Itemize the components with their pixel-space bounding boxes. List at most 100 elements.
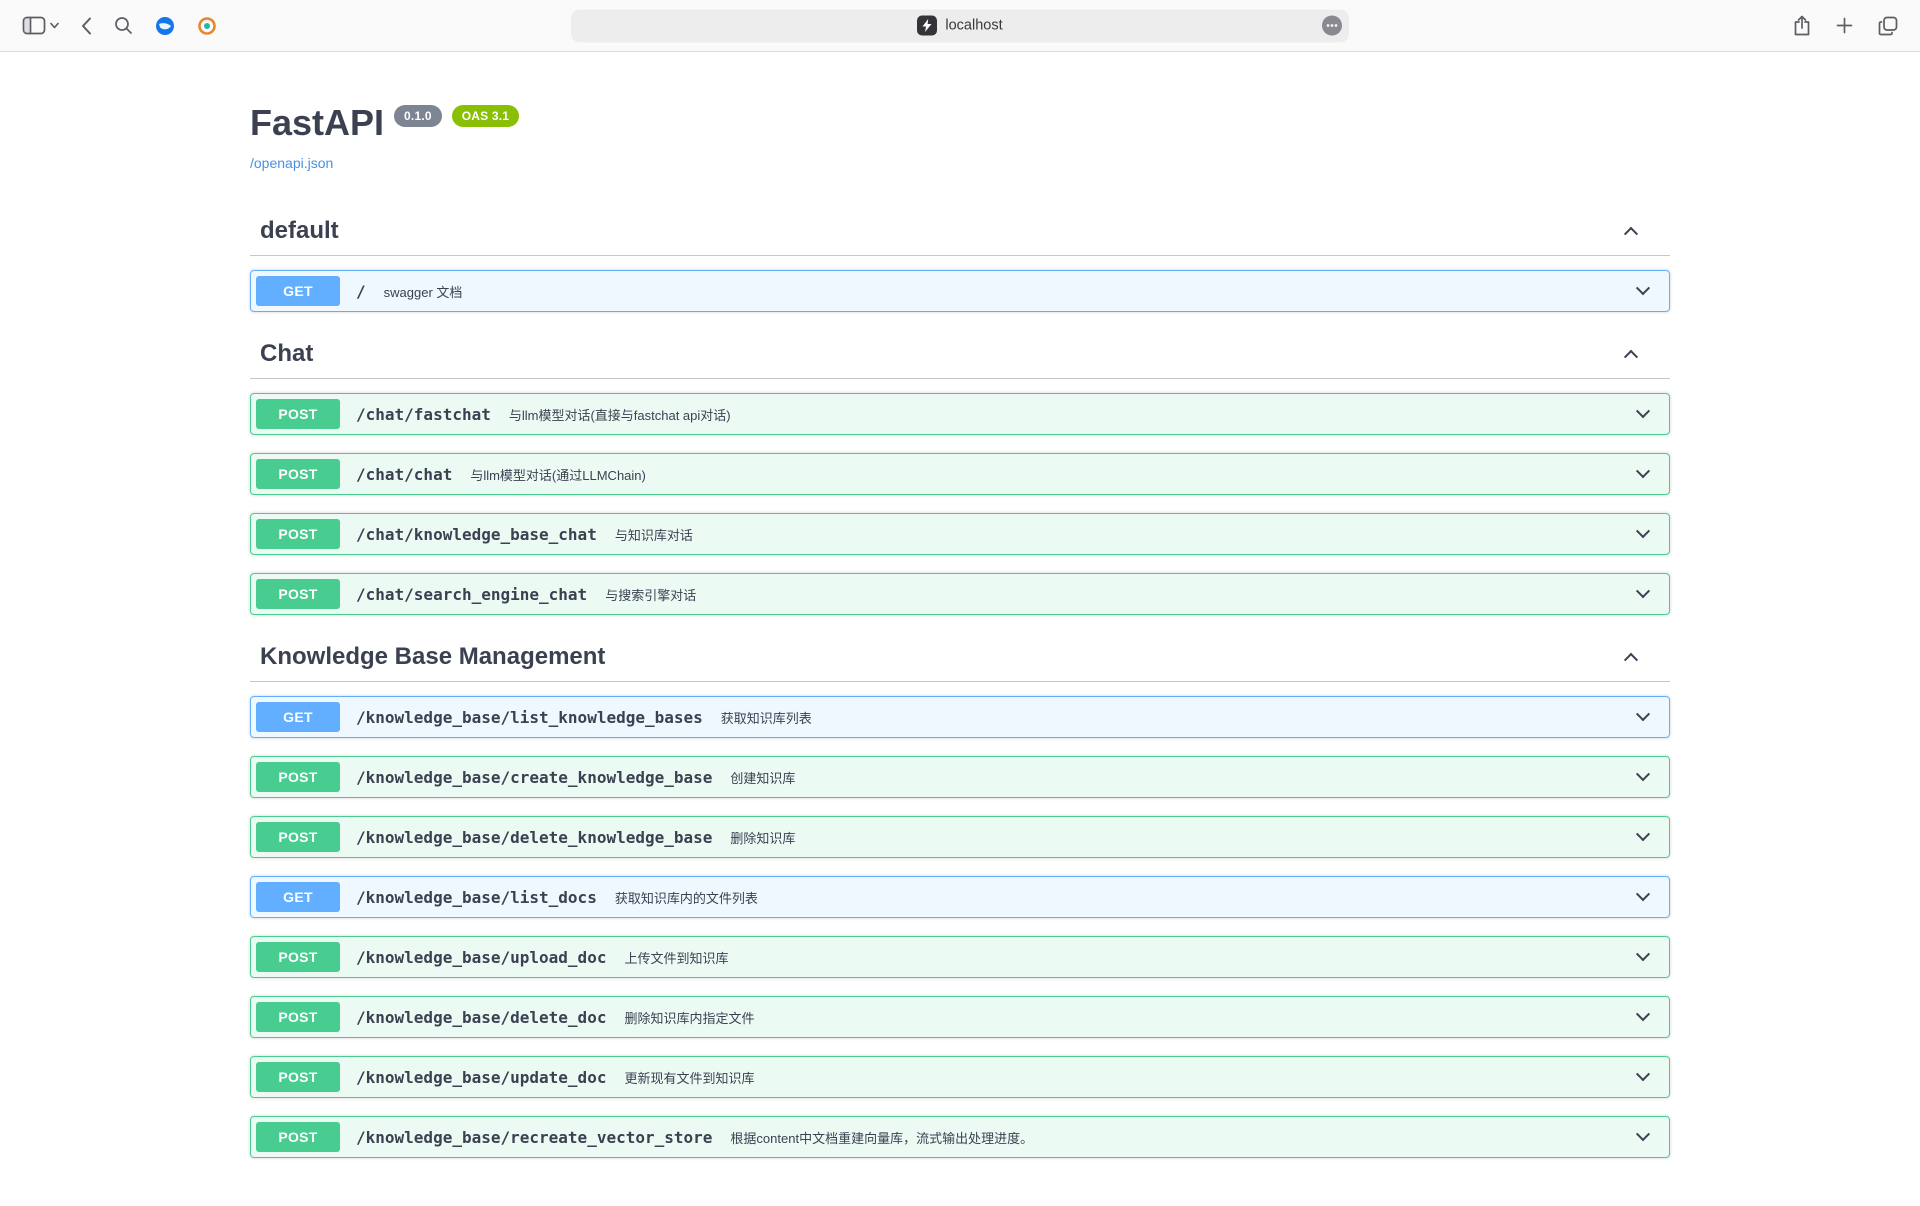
endpoint-row[interactable]: GET / swagger 文档 xyxy=(250,270,1670,312)
endpoint-path: /knowledge_base/recreate_vector_store xyxy=(356,1128,712,1147)
endpoint-row[interactable]: GET /knowledge_base/list_docs 获取知识库内的文件列… xyxy=(250,876,1670,918)
method-badge: GET xyxy=(256,276,340,306)
endpoint-description: 上传文件到知识库 xyxy=(624,948,728,967)
method-badge: POST xyxy=(256,1062,340,1092)
back-button[interactable] xyxy=(77,14,96,38)
chevron-down-icon[interactable] xyxy=(1636,584,1650,598)
endpoint-row[interactable]: POST /knowledge_base/update_doc 更新现有文件到知… xyxy=(250,1056,1670,1098)
endpoint-path: /knowledge_base/create_knowledge_base xyxy=(356,768,712,787)
endpoint-description: 获取知识库内的文件列表 xyxy=(615,888,758,907)
endpoint-row[interactable]: POST /knowledge_base/recreate_vector_sto… xyxy=(250,1116,1670,1158)
extension-blue-button[interactable] xyxy=(151,13,179,39)
chevron-down-icon[interactable] xyxy=(1636,947,1650,961)
method-badge: POST xyxy=(256,1122,340,1152)
endpoint-path: /knowledge_base/update_doc xyxy=(356,1068,606,1087)
method-badge: POST xyxy=(256,579,340,609)
endpoint-path: /knowledge_base/list_knowledge_bases xyxy=(356,708,703,727)
endpoint-description: 与llm模型对话(直接与fastchat api对话) xyxy=(509,405,731,424)
endpoint-row[interactable]: POST /knowledge_base/delete_doc 删除知识库内指定… xyxy=(250,996,1670,1038)
url-text: localhost xyxy=(945,18,1002,34)
share-button[interactable] xyxy=(1789,12,1815,39)
chevron-left-icon xyxy=(81,17,92,35)
endpoint-description: 获取知识库列表 xyxy=(721,708,812,727)
tab-overview-icon xyxy=(1878,16,1898,36)
search-icon xyxy=(114,16,133,35)
sidebar-toggle-button[interactable] xyxy=(18,13,63,38)
toolbar-left-group xyxy=(18,13,221,39)
extension-blue-icon xyxy=(155,16,175,36)
chevron-up-icon[interactable] xyxy=(1624,653,1638,667)
method-badge: POST xyxy=(256,822,340,852)
endpoint-description: 创建知识库 xyxy=(730,768,795,787)
api-info-block: FastAPI 0.1.0 OAS 3.1 /openapi.json xyxy=(250,52,1670,173)
endpoint-path: /chat/knowledge_base_chat xyxy=(356,525,597,544)
toolbar-right-group xyxy=(1789,12,1902,39)
tab-overview-button[interactable] xyxy=(1874,13,1902,39)
endpoint-description: swagger 文档 xyxy=(384,282,463,301)
endpoint-description: 根据content中文档重建向量库，流式输出处理进度。 xyxy=(730,1128,1033,1147)
method-badge: POST xyxy=(256,399,340,429)
version-badge: 0.1.0 xyxy=(394,105,442,127)
section-title: Chat xyxy=(260,340,313,368)
page-title: FastAPI xyxy=(250,102,384,143)
sidebar-toggle-icon xyxy=(22,16,46,35)
browser-toolbar: localhost xyxy=(0,0,1920,52)
swagger-page: FastAPI 0.1.0 OAS 3.1 /openapi.json defa… xyxy=(0,52,1920,1206)
chevron-down-icon[interactable] xyxy=(1636,1007,1650,1021)
method-badge: POST xyxy=(256,1002,340,1032)
endpoint-row[interactable]: POST /knowledge_base/upload_doc 上传文件到知识库 xyxy=(250,936,1670,978)
section-title: Knowledge Base Management xyxy=(260,643,605,671)
endpoint-description: 与知识库对话 xyxy=(615,525,693,544)
new-tab-button[interactable] xyxy=(1832,14,1857,37)
chevron-up-icon[interactable] xyxy=(1624,227,1638,241)
section-header-default[interactable]: default xyxy=(250,207,1670,256)
endpoint-description: 与搜索引擎对话 xyxy=(605,585,696,604)
page-title-row: FastAPI 0.1.0 OAS 3.1 xyxy=(250,102,1670,143)
chevron-down-icon[interactable] xyxy=(1636,404,1650,418)
share-icon xyxy=(1793,15,1811,36)
endpoint-path: /knowledge_base/upload_doc xyxy=(356,948,606,967)
chevron-up-icon[interactable] xyxy=(1624,350,1638,364)
extensions-ellipsis-icon[interactable] xyxy=(1322,16,1342,36)
endpoint-description: 删除知识库内指定文件 xyxy=(624,1008,754,1027)
chevron-down-icon[interactable] xyxy=(1636,827,1650,841)
section-header-chat[interactable]: Chat xyxy=(250,330,1670,379)
extension-orange-icon xyxy=(197,16,217,36)
section-title: default xyxy=(260,217,339,245)
endpoint-row[interactable]: GET /knowledge_base/list_knowledge_bases… xyxy=(250,696,1670,738)
endpoint-path: /chat/chat xyxy=(356,465,452,484)
chevron-down-icon[interactable] xyxy=(1636,707,1650,721)
chevron-down-icon[interactable] xyxy=(1636,281,1650,295)
endpoint-path: /chat/fastchat xyxy=(356,405,491,424)
endpoint-path: /knowledge_base/list_docs xyxy=(356,888,597,907)
endpoint-row[interactable]: POST /chat/search_engine_chat 与搜索引擎对话 xyxy=(250,573,1670,615)
endpoint-row[interactable]: POST /knowledge_base/delete_knowledge_ba… xyxy=(250,816,1670,858)
chevron-down-icon[interactable] xyxy=(1636,524,1650,538)
endpoint-path: /knowledge_base/delete_doc xyxy=(356,1008,606,1027)
endpoint-row[interactable]: POST /chat/knowledge_base_chat 与知识库对话 xyxy=(250,513,1670,555)
oas-badge: OAS 3.1 xyxy=(452,105,519,127)
openapi-json-link[interactable]: /openapi.json xyxy=(250,155,333,171)
endpoint-path: / xyxy=(356,282,366,301)
endpoint-description: 更新现有文件到知识库 xyxy=(624,1068,754,1087)
extension-orange-button[interactable] xyxy=(193,13,221,39)
address-bar[interactable]: localhost xyxy=(571,9,1349,42)
chevron-down-icon[interactable] xyxy=(1636,887,1650,901)
endpoint-path: /knowledge_base/delete_knowledge_base xyxy=(356,828,712,847)
chevron-down-icon[interactable] xyxy=(1636,464,1650,478)
search-button[interactable] xyxy=(110,13,137,38)
endpoint-row[interactable]: POST /knowledge_base/create_knowledge_ba… xyxy=(250,756,1670,798)
method-badge: POST xyxy=(256,942,340,972)
site-favicon-icon xyxy=(917,16,937,36)
section-header-knowledge-base[interactable]: Knowledge Base Management xyxy=(250,633,1670,682)
method-badge: POST xyxy=(256,762,340,792)
endpoint-row[interactable]: POST /chat/fastchat 与llm模型对话(直接与fastchat… xyxy=(250,393,1670,435)
chevron-down-icon xyxy=(50,22,59,29)
chevron-down-icon[interactable] xyxy=(1636,1127,1650,1141)
chevron-down-icon[interactable] xyxy=(1636,767,1650,781)
method-badge: POST xyxy=(256,459,340,489)
method-badge: GET xyxy=(256,702,340,732)
endpoint-row[interactable]: POST /chat/chat 与llm模型对话(通过LLMChain) xyxy=(250,453,1670,495)
api-sections: default GET / swagger 文档 Chat POST xyxy=(250,207,1670,1206)
endpoint-path: /chat/search_engine_chat xyxy=(356,585,587,604)
